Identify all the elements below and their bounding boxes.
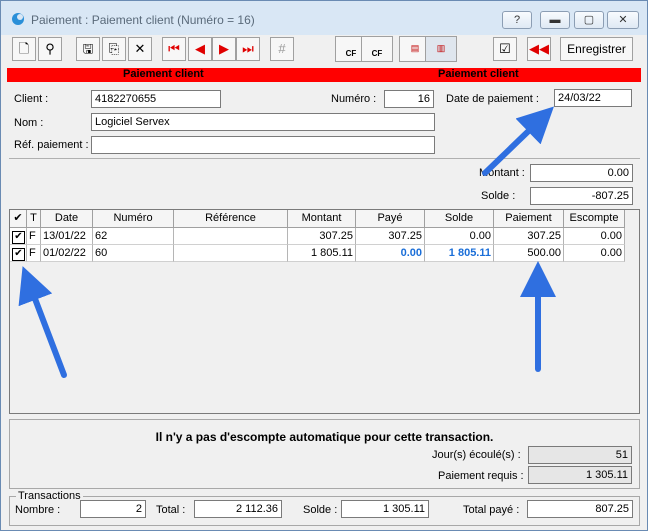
arrow-to-date-icon — [482, 106, 554, 176]
annotation-arrows — [18, 106, 556, 378]
payment-window: Paiement : Paiement client (Numéro = 16)… — [0, 0, 648, 531]
arrow-to-checkbox-icon — [18, 266, 67, 378]
